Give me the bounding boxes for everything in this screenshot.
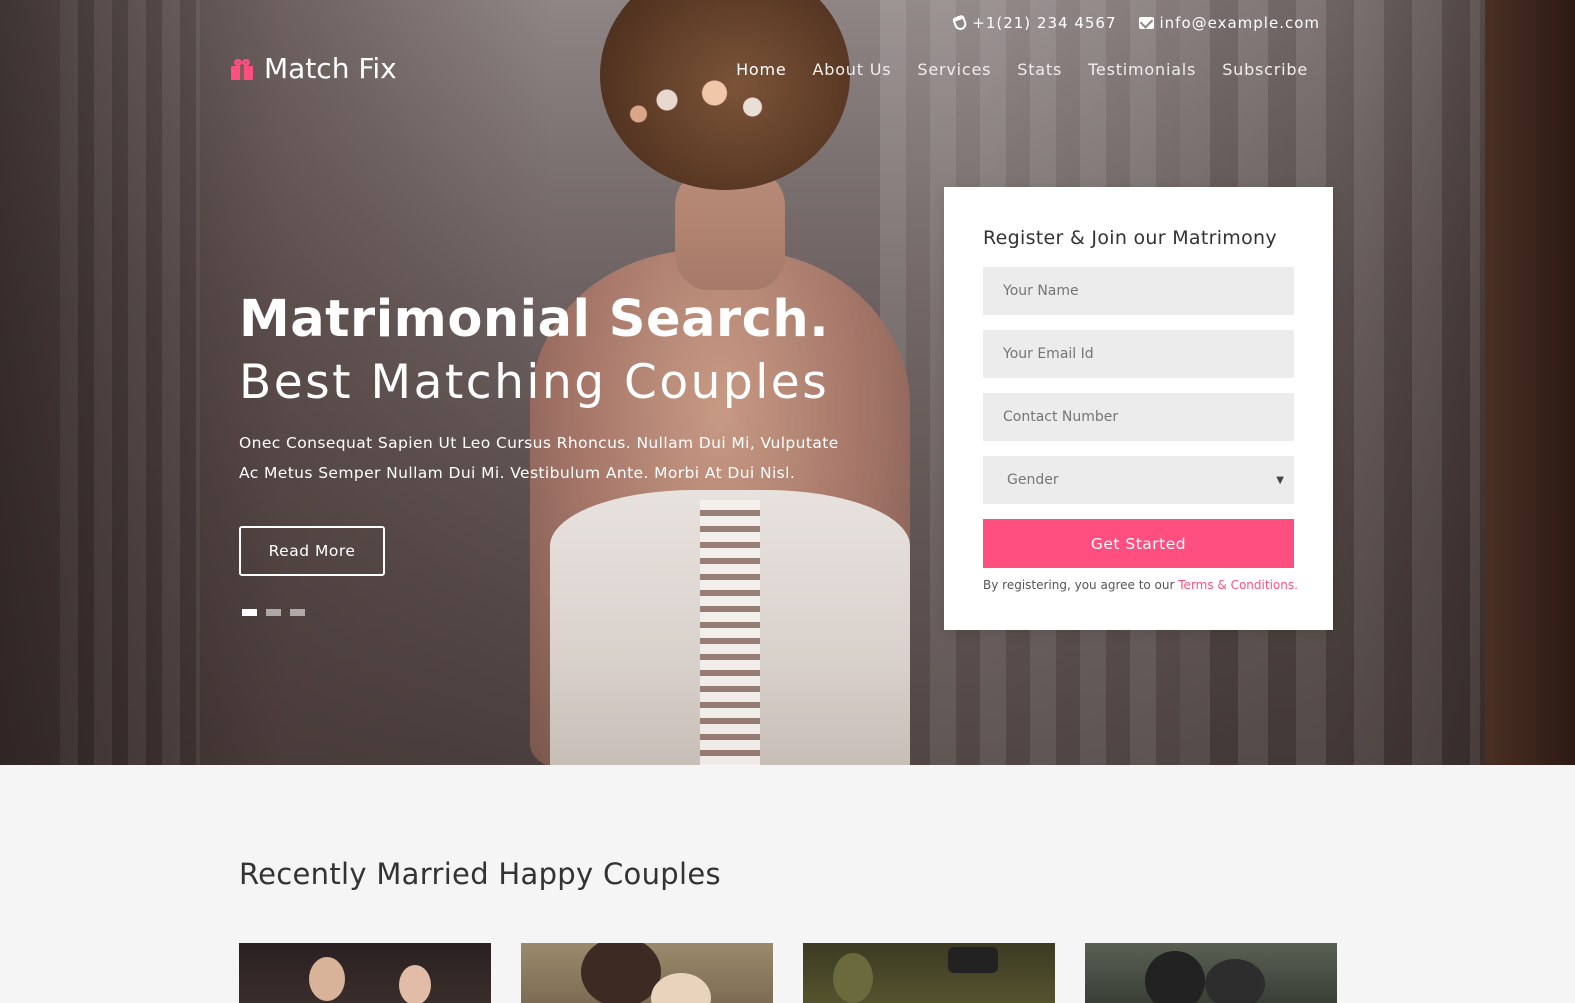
email-contact[interactable]: info@example.com bbox=[1138, 14, 1321, 32]
nav-subscribe[interactable]: Subscribe bbox=[1222, 60, 1308, 79]
contact-number-input[interactable] bbox=[983, 393, 1294, 441]
hero-text: Matrimonial Search. Best Matching Couple… bbox=[239, 290, 849, 488]
couple-photo-3[interactable] bbox=[803, 943, 1055, 1003]
email-address: info@example.com bbox=[1159, 14, 1320, 32]
hero-subtitle: Best Matching Couples bbox=[239, 355, 830, 410]
terms-link[interactable]: Terms & Conditions. bbox=[1178, 578, 1298, 592]
slider-dots bbox=[242, 609, 305, 616]
hero-banner: +1(21) 234 4567 info@example.com Match F… bbox=[0, 0, 1575, 765]
hero-description: Onec Consequat Sapien Ut Leo Cursus Rhon… bbox=[239, 434, 839, 482]
name-input[interactable] bbox=[983, 267, 1294, 315]
hero-title: Matrimonial Search. bbox=[239, 290, 830, 349]
nav-about-us[interactable]: About Us bbox=[813, 60, 892, 79]
nav-services[interactable]: Services bbox=[917, 60, 991, 79]
couples-section: Recently Married Happy Couples bbox=[0, 765, 1575, 1003]
register-title: Register & Join our Matrimony bbox=[983, 227, 1277, 249]
couple-photo-4[interactable] bbox=[1085, 943, 1337, 1003]
slide-dot-1[interactable] bbox=[242, 609, 257, 616]
register-form: Register & Join our Matrimony Gender ▼ G… bbox=[944, 187, 1333, 630]
main-nav: Home About Us Services Stats Testimonial… bbox=[736, 60, 1308, 79]
terms-notice: By registering, you agree to our Terms &… bbox=[983, 578, 1298, 592]
envelope-icon bbox=[1138, 17, 1154, 29]
brand-name: Match Fix bbox=[264, 52, 397, 85]
get-started-button[interactable]: Get Started bbox=[983, 519, 1294, 568]
curtain-left bbox=[60, 0, 200, 765]
phone-icon bbox=[952, 14, 969, 32]
nav-stats[interactable]: Stats bbox=[1017, 60, 1062, 79]
slide-dot-2[interactable] bbox=[266, 609, 281, 616]
email-input[interactable] bbox=[983, 330, 1294, 378]
couple-photo-1[interactable] bbox=[239, 943, 491, 1003]
slide-dot-3[interactable] bbox=[290, 609, 305, 616]
nav-home[interactable]: Home bbox=[736, 60, 786, 79]
dress-lace bbox=[700, 500, 760, 765]
phone-contact[interactable]: +1(21) 234 4567 bbox=[952, 14, 1117, 32]
gift-icon bbox=[230, 58, 254, 80]
couple-photo-2[interactable] bbox=[521, 943, 773, 1003]
read-more-button[interactable]: Read More bbox=[239, 526, 385, 576]
brand-logo[interactable]: Match Fix bbox=[230, 52, 397, 85]
window-frame bbox=[1485, 0, 1575, 765]
couples-title: Recently Married Happy Couples bbox=[239, 857, 721, 891]
chevron-down-icon: ▼ bbox=[1276, 474, 1284, 486]
contact-bar: +1(21) 234 4567 info@example.com bbox=[952, 14, 1321, 32]
gender-selected-value: Gender bbox=[1007, 472, 1059, 488]
phone-number: +1(21) 234 4567 bbox=[972, 14, 1117, 32]
nav-testimonials[interactable]: Testimonials bbox=[1088, 60, 1196, 79]
gender-select[interactable]: Gender ▼ bbox=[983, 456, 1294, 504]
terms-prefix: By registering, you agree to our bbox=[983, 578, 1179, 592]
